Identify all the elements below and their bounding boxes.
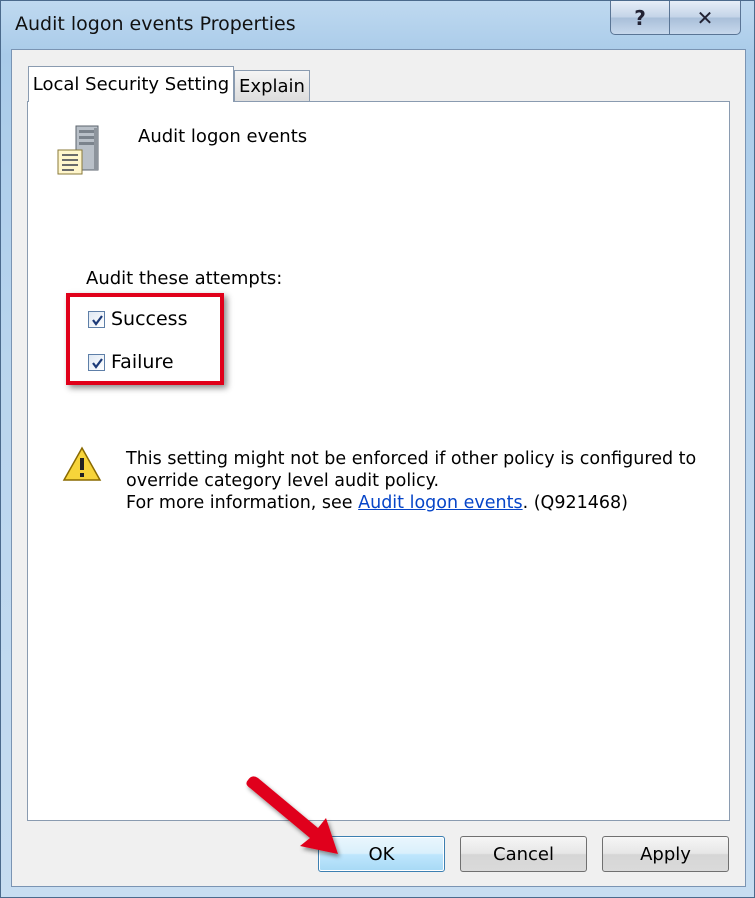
help-button[interactable]: ? bbox=[610, 1, 670, 35]
policy-name: Audit logon events bbox=[138, 126, 308, 147]
failure-checkbox[interactable] bbox=[88, 353, 105, 371]
red-arrow-annotation bbox=[246, 776, 338, 854]
checkmark-icon bbox=[92, 357, 103, 369]
cancel-button[interactable]: Cancel bbox=[460, 836, 587, 872]
audit-logon-events-link[interactable]: Audit logon events bbox=[358, 493, 522, 513]
warning-line-3-prefix: For more information, see bbox=[126, 493, 359, 513]
failure-checkbox-row[interactable]: Failure bbox=[88, 351, 174, 373]
tab-explain[interactable]: Explain bbox=[234, 70, 310, 102]
checkmark-icon bbox=[92, 314, 103, 326]
warning-line-2: override category level audit policy. bbox=[126, 471, 440, 491]
dialog-client-area: Local Security Setting Explain Audit log… bbox=[11, 49, 746, 887]
title-bar[interactable]: Audit logon events Properties ? ✕ bbox=[1, 1, 754, 49]
success-checkbox-row[interactable]: Success bbox=[88, 308, 187, 330]
tab-local-security-setting[interactable]: Local Security Setting bbox=[28, 66, 234, 102]
close-button[interactable]: ✕ bbox=[669, 1, 741, 35]
properties-dialog: Audit logon events Properties ? ✕ Local … bbox=[0, 0, 755, 898]
warning-line-1: This setting might not be enforced if ot… bbox=[126, 449, 697, 469]
warning-line-3: For more information, see Audit logon ev… bbox=[126, 492, 706, 514]
warning-icon bbox=[62, 446, 102, 481]
failure-checkbox-label: Failure bbox=[111, 351, 174, 373]
apply-button[interactable]: Apply bbox=[602, 836, 729, 872]
success-checkbox-label: Success bbox=[111, 308, 188, 330]
warning-line-3-suffix: . (Q921468) bbox=[522, 493, 628, 513]
server-policy-icon bbox=[57, 125, 99, 175]
tab-panel: Audit logon events Audit these attempts:… bbox=[27, 101, 730, 821]
warning-message: This setting might not be enforced if ot… bbox=[126, 448, 706, 514]
audit-attempts-label: Audit these attempts: bbox=[86, 268, 283, 289]
window-title: Audit logon events Properties bbox=[15, 13, 296, 35]
success-checkbox[interactable] bbox=[88, 310, 105, 328]
